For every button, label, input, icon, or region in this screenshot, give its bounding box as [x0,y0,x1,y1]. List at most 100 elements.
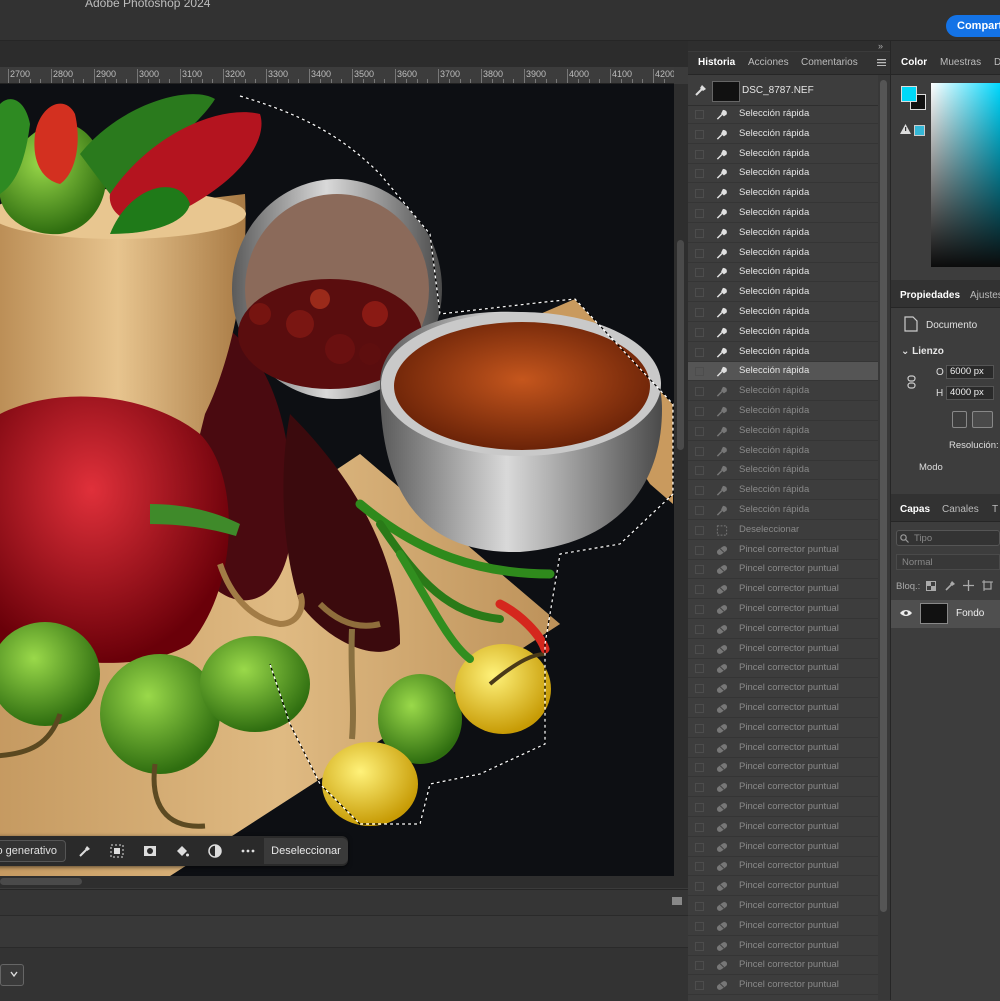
history-source-checkbox[interactable] [695,525,704,535]
history-source-checkbox[interactable] [695,941,704,951]
history-item[interactable]: Selección rápida [688,343,878,362]
history-source-checkbox[interactable] [695,189,704,199]
history-source-checkbox[interactable] [695,803,704,812]
history-source-checkbox[interactable] [695,902,704,911]
horizontal-ruler[interactable]: 2700 2800 2900 3000 3100 3200 3300 3400 3500 3600… [0,67,674,84]
history-source-checkbox[interactable] [695,921,704,931]
history-item[interactable]: Pincel corrector puntual [688,739,878,758]
history-item[interactable]: Pincel corrector puntual [688,857,878,877]
history-source-checkbox[interactable] [695,763,704,773]
history-item[interactable]: Selección rápida [688,303,878,322]
history-source-checkbox[interactable] [695,882,704,892]
history-source-checkbox[interactable] [695,605,704,614]
canvas-horizontal-scroll-thumb[interactable] [0,878,82,885]
tab-channels[interactable]: Canales [942,504,979,515]
hamburger-menu-icon[interactable] [877,59,886,66]
history-source-checkbox[interactable] [695,466,704,476]
history-source-checkbox[interactable] [695,228,704,238]
history-item[interactable]: Pincel corrector puntual [688,620,878,639]
tab-comments[interactable]: Comentarios [801,57,858,68]
tab-more[interactable]: D [994,57,1000,68]
select-subject-icon[interactable] [109,843,125,859]
mask-icon[interactable] [142,843,158,859]
history-source-checkbox[interactable] [695,981,704,991]
history-source-checkbox[interactable] [695,684,704,694]
history-brush-icon[interactable] [694,83,708,97]
history-source-checkbox[interactable] [695,486,704,496]
history-source-checkbox[interactable] [695,585,704,595]
canvas-vertical-scroll-thumb[interactable] [677,240,684,450]
canvas-vertical-scrollbar[interactable] [674,84,688,876]
history-source-checkbox[interactable] [695,842,704,852]
history-source-checkbox[interactable] [695,169,704,179]
history-item[interactable]: Selección rápida [688,461,878,481]
history-item[interactable]: Pincel corrector puntual [688,917,878,936]
history-item[interactable]: Selección rápida [688,125,878,144]
history-item[interactable]: Selección rápida [688,422,878,441]
layer-filter-select[interactable] [896,530,1000,546]
history-item[interactable]: Selección rápida [688,184,878,204]
history-source-checkbox[interactable] [695,308,704,317]
history-item[interactable]: Selección rápida [688,382,878,402]
history-item[interactable]: Selección rápida [688,323,878,342]
history-source-checkbox[interactable] [695,426,704,436]
deselect-button[interactable]: Deseleccionar [264,838,348,864]
history-item[interactable]: Selección rápida [688,283,878,303]
history-item[interactable]: Selección rápida [688,204,878,223]
share-button[interactable]: Compartir [946,15,1000,37]
history-item[interactable]: Pincel corrector puntual [688,798,878,817]
history-item[interactable]: Selección rápida [688,244,878,263]
history-item[interactable]: Deseleccionar [688,521,878,540]
history-item[interactable]: Pincel corrector puntual [688,541,878,560]
history-item[interactable]: Pincel corrector puntual [688,600,878,619]
history-source-checkbox[interactable] [695,248,704,258]
history-source-checkbox[interactable] [695,743,704,753]
document-canvas[interactable] [0,84,674,876]
tab-layers[interactable]: Capas [900,504,930,515]
history-snapshot[interactable]: DSC_8787.NEF [688,75,878,106]
history-source-checkbox[interactable] [695,387,704,397]
tab-swatches[interactable]: Muestras [940,57,981,68]
history-source-checkbox[interactable] [695,822,704,832]
panel-menu-icon[interactable] [672,897,682,905]
generative-fill-button[interactable]: o generativo [0,840,66,862]
history-item[interactable]: Pincel corrector puntual [688,758,878,778]
history-source-checkbox[interactable] [695,288,704,298]
modify-selection-brush-icon[interactable] [77,843,93,859]
fill-bucket-icon[interactable] [174,843,190,859]
history-source-checkbox[interactable] [695,624,704,634]
history-source-checkbox[interactable] [695,644,704,654]
history-item[interactable]: Pincel corrector puntual [688,679,878,699]
history-source-checkbox[interactable] [695,704,704,713]
history-item[interactable]: Selección rápida [688,164,878,184]
tab-properties[interactable]: Propiedades [900,290,960,301]
history-item[interactable]: Pincel corrector puntual [688,560,878,580]
collapse-panels-icon[interactable]: » [878,41,883,51]
more-options-icon[interactable] [240,843,256,859]
history-item[interactable]: Pincel corrector puntual [688,659,878,679]
history-item[interactable]: Selección rápida [688,145,878,164]
history-item[interactable]: Pincel corrector puntual [688,897,878,916]
tab-paths[interactable]: T [992,504,998,515]
history-item[interactable]: Pincel corrector puntual [688,976,878,996]
foreground-color-swatch[interactable] [901,86,917,102]
history-source-checkbox[interactable] [695,446,704,456]
history-source-checkbox[interactable] [695,723,704,733]
history-source-checkbox[interactable] [695,209,704,218]
history-source-checkbox[interactable] [695,129,704,139]
history-source-checkbox[interactable] [695,565,704,575]
history-source-checkbox[interactable] [695,327,704,337]
history-item[interactable]: Pincel corrector puntual [688,956,878,976]
history-source-checkbox[interactable] [695,407,704,416]
color-picker-field[interactable] [931,83,1000,267]
tab-color[interactable]: Color [901,57,927,68]
portrait-orientation-button[interactable] [952,411,967,428]
history-item[interactable]: Selección rápida [688,362,878,382]
history-item[interactable]: Selección rápida [688,501,878,520]
history-item[interactable]: Selección rápida [688,481,878,501]
link-dimensions-icon[interactable] [907,375,916,389]
history-source-checkbox[interactable] [695,783,704,793]
canvas-section-header[interactable]: ⌄ Lienzo [901,346,944,357]
expand-panel-button[interactable] [0,964,24,986]
history-source-checkbox[interactable] [695,545,704,555]
